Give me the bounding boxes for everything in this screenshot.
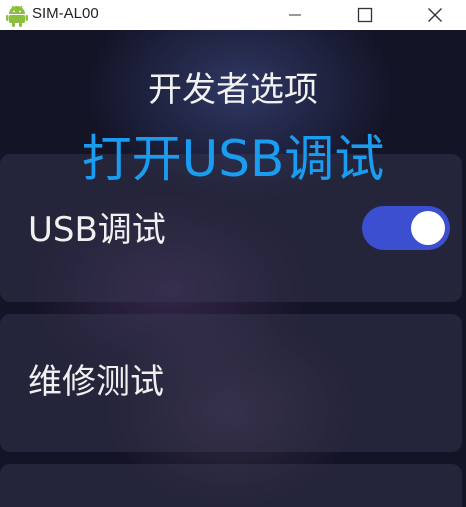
device-screen: 开发者选项 USB调试 维修测试 打开USB调试: [0, 30, 466, 507]
setting-row-partial[interactable]: [0, 464, 462, 507]
maximize-button[interactable]: [342, 0, 388, 30]
setting-row-repair-test[interactable]: 维修测试: [0, 314, 462, 452]
maximize-icon: [357, 7, 373, 23]
usb-debugging-toggle[interactable]: [362, 206, 450, 250]
instruction-overlay: 打开USB调试: [81, 130, 385, 188]
setting-label: USB调试: [28, 210, 166, 250]
toggle-knob: [411, 211, 445, 245]
android-icon: [6, 3, 28, 27]
page-title: 开发者选项: [148, 70, 318, 110]
window-title: SIM-AL00: [32, 5, 99, 22]
minimize-icon: [289, 14, 301, 16]
close-button[interactable]: [412, 0, 458, 30]
window-titlebar: SIM-AL00: [0, 0, 466, 30]
minimize-button[interactable]: [272, 0, 318, 30]
setting-label: 维修测试: [28, 362, 164, 402]
close-icon: [428, 8, 442, 22]
